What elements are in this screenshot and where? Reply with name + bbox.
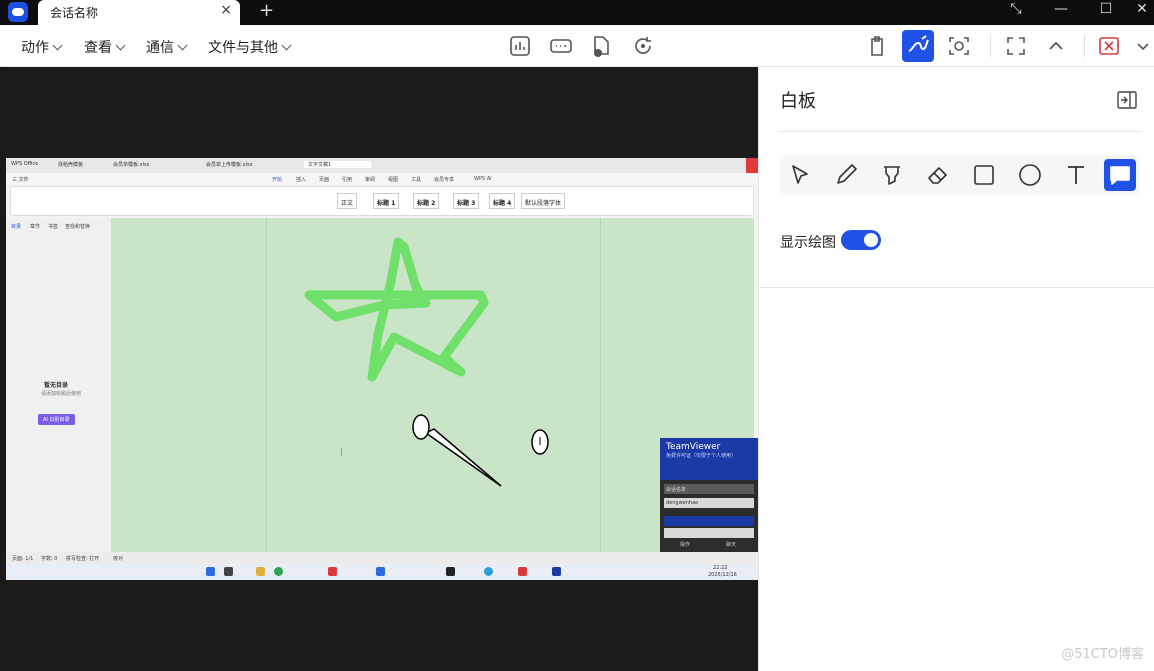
text-icon[interactable]	[1060, 159, 1092, 191]
session-tab-title: 会话名称	[50, 6, 99, 20]
chevron-down-icon	[115, 40, 126, 51]
panel-divider	[759, 287, 1154, 288]
menu-view[interactable]: 查看	[84, 37, 126, 57]
collapse-icon[interactable]	[1043, 33, 1069, 59]
close-tab-icon[interactable]: ×	[220, 2, 232, 18]
comment-icon[interactable]	[1104, 159, 1136, 191]
pointer-icon[interactable]	[784, 159, 816, 191]
session-tab[interactable]: 会话名称 ×	[38, 0, 240, 25]
panel-divider	[780, 131, 1140, 132]
session-toolbar: 动作 查看 通信 文件与其他	[0, 25, 1154, 67]
drawn-ellipse	[412, 414, 430, 440]
ellipse-icon[interactable]	[1014, 159, 1046, 191]
rectangle-icon[interactable]	[968, 159, 1000, 191]
file-transfer-icon[interactable]	[588, 33, 614, 59]
dashboard-icon[interactable]	[507, 33, 533, 59]
shrink-window-icon[interactable]: ⤡	[1001, 1, 1031, 17]
maximize-button[interactable]: ☐	[1091, 1, 1121, 17]
pen-icon[interactable]	[830, 159, 862, 191]
toolbar-divider	[990, 35, 991, 57]
dock-panel-icon[interactable]	[1116, 89, 1138, 111]
chevron-down-icon	[52, 40, 63, 51]
teamviewer-logo-icon	[8, 2, 28, 22]
new-tab-button[interactable]: +	[259, 0, 274, 21]
drawn-pen-line	[424, 428, 502, 487]
close-window-button[interactable]: ✕	[1127, 1, 1154, 17]
screenshot-icon[interactable]	[946, 33, 972, 59]
whiteboard-icon[interactable]	[902, 30, 934, 62]
menu-actions[interactable]: 动作	[21, 37, 63, 57]
title-bar: 会话名称 × + ⤡ — ☐ ✕	[0, 0, 1154, 25]
highlighter-icon[interactable]	[876, 159, 908, 191]
whiteboard-toolbar	[780, 155, 1140, 195]
whiteboard-panel: 白板 显示绘图 @51CTO博客	[758, 67, 1154, 671]
chevron-down-icon	[177, 40, 188, 51]
more-chevron-icon[interactable]	[1130, 33, 1149, 59]
remote-screen-area[interactable]: WPS Office 找稻壳模板 会员单模板.xlsx 会员单上传模板.xlsx…	[6, 67, 758, 671]
show-drawing-label: 显示绘图	[780, 235, 836, 251]
reboot-icon[interactable]	[630, 33, 656, 59]
whiteboard-title: 白板	[780, 91, 816, 112]
minimize-button[interactable]: —	[1046, 1, 1076, 17]
chevron-down-icon	[281, 40, 292, 51]
fullscreen-icon[interactable]	[1003, 33, 1029, 59]
eraser-icon[interactable]	[922, 159, 954, 191]
menu-communicate[interactable]: 通信	[146, 37, 188, 57]
toolbar-divider	[1084, 35, 1085, 57]
remote-input-icon[interactable]	[548, 33, 574, 59]
end-session-icon[interactable]	[1096, 33, 1122, 59]
show-drawing-toggle[interactable]	[841, 230, 881, 250]
menu-files-extras[interactable]: 文件与其他	[208, 37, 292, 57]
clipboard-icon[interactable]	[864, 33, 890, 59]
whiteboard-drawing-layer	[304, 237, 549, 487]
drawn-star-stroke	[304, 237, 489, 382]
watermark: @51CTO博客	[1061, 647, 1144, 662]
